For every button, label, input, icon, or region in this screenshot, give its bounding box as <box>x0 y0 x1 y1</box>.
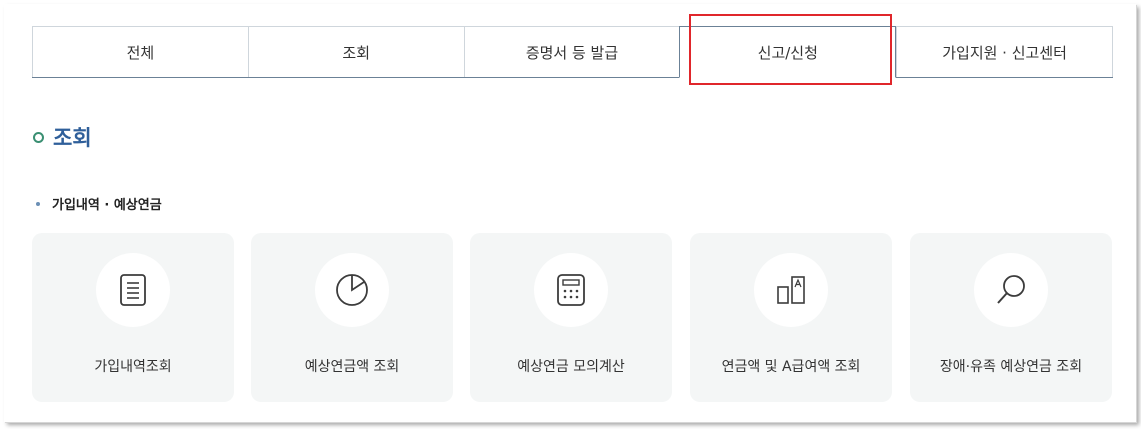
ring-bullet-icon <box>33 131 44 143</box>
tab-inquiry[interactable]: 조회 <box>247 27 464 77</box>
section-heading: 조회 <box>33 122 92 152</box>
tab-all[interactable]: 전체 <box>32 27 248 77</box>
compare-bars-icon <box>777 276 805 304</box>
card-pension-a-benefit[interactable]: 연금액 및 A급여액 조회 <box>690 233 892 402</box>
pie-chart-icon <box>336 274 368 306</box>
card-label: 가입내역조회 <box>94 359 172 375</box>
subsection-heading: 가입내역 · 예상연금 <box>36 194 162 213</box>
icon-badge <box>974 253 1048 327</box>
tab-support-center[interactable]: 가입지원 · 신고센터 <box>896 27 1113 77</box>
card-expected-pension[interactable]: 예상연금액 조회 <box>251 233 453 402</box>
card-pension-simulation[interactable]: 예상연금 모의계산 <box>470 233 672 402</box>
magnifier-icon <box>997 275 1025 304</box>
content-panel: 전체 조회 증명서 등 발급 신고/신청 가입지원 · 신고센터 조회 가입내역… <box>4 4 1136 422</box>
calculator-icon <box>557 274 585 306</box>
card-enrollment-history[interactable]: 가입내역조회 <box>32 233 234 402</box>
card-label: 예상연금 모의계산 <box>517 359 625 375</box>
icon-badge <box>754 253 828 327</box>
card-label: 연금액 및 A급여액 조회 <box>721 359 861 375</box>
card-label: 장애·유족 예상연금 조회 <box>939 359 1083 375</box>
icon-badge <box>534 253 608 327</box>
bullet-dot-icon <box>36 201 40 206</box>
section-title: 조회 <box>53 126 92 150</box>
card-label: 예상연금액 조회 <box>304 359 400 375</box>
icon-badge <box>315 253 389 327</box>
icon-badge <box>96 253 170 327</box>
subsection-title: 가입내역 · 예상연금 <box>52 198 162 213</box>
card-disability-survivor[interactable]: 장애·유족 예상연금 조회 <box>910 233 1112 402</box>
tab-certificates[interactable]: 증명서 등 발급 <box>463 27 680 77</box>
category-tabs: 전체 조회 증명서 등 발급 신고/신청 가입지원 · 신고센터 <box>32 26 1113 78</box>
tab-report-apply[interactable]: 신고/신청 <box>679 26 897 78</box>
document-icon <box>120 274 146 306</box>
